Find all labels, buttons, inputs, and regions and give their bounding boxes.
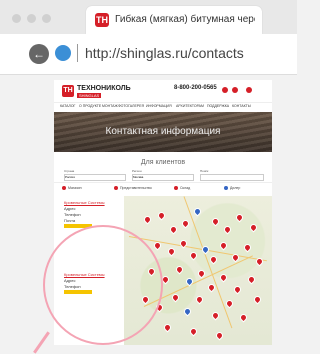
dealer-pin-icon [224,186,228,190]
logo-sub: SHINGLAS [77,93,102,98]
favicon-icon: ТН [95,13,109,27]
nav-item[interactable]: АРХИТЕКТОРАМ [176,104,204,108]
clients-filter: Для клиентов Страна Россия Регион Москва… [54,152,272,182]
browser-tab[interactable]: ТН Гибкая (мягкая) битумная черепица... [86,6,262,34]
search-icon[interactable] [232,87,238,93]
site-header: ТН ТЕХНОНИКОЛЬ SHINGLAS 8-800-200-0565 К… [54,80,272,112]
window-minimize-button[interactable] [27,14,36,23]
url-field[interactable]: http://shinglas.ru/contacts [85,45,244,61]
search-input[interactable] [200,174,264,181]
cart-icon[interactable] [246,87,252,93]
filter-label: Поиск [200,169,209,173]
logo-icon: ТН [62,85,74,97]
nav-item[interactable]: ПОДДЕРЖКА [207,104,229,108]
page-title: Контактная информация [105,126,221,137]
warehouse-pin-icon [174,186,178,190]
tab-strip: ТН Гибкая (мягкая) битумная черепица... [0,0,297,34]
nav-item[interactable]: КОНТАКТЫ [232,104,251,108]
back-button[interactable]: ← [29,44,49,64]
legend-item[interactable]: Представительство [120,186,152,190]
legend-item[interactable]: Склад [180,186,190,190]
country-select[interactable]: Россия [64,174,126,181]
hero-banner: Контактная информация [54,112,272,152]
window-close-button[interactable] [12,14,21,23]
address-bar: ← http://shinglas.ru/contacts [0,34,297,75]
phone-number[interactable]: 8-800-200-0565 [174,85,217,91]
clients-title: Для клиентов [140,159,186,166]
legend-item[interactable]: Дилер [230,186,240,190]
globe-icon [55,45,71,61]
logo-name[interactable]: ТЕХНОНИКОЛЬ [77,85,131,92]
main-nav: КАТАЛОГ О ПРОДУКТЕ МОНТАЖ ФОТОГАЛЕРЕЯ ИН… [54,102,272,110]
region-select[interactable]: Москва [132,174,194,181]
browser-window: ТН Гибкая (мягкая) битумная черепица... … [0,0,297,354]
magnifier-handle [33,331,50,354]
shop-pin-icon [62,186,66,190]
nav-item[interactable]: ФОТОГАЛЕРЕЯ [118,104,144,108]
nav-item[interactable]: О ПРОДУКТЕ [79,104,101,108]
office-pin-icon [114,186,118,190]
filter-label: Регион [132,169,142,173]
nav-item[interactable]: КАТАЛОГ [60,104,75,108]
tab-title: Гибкая (мягкая) битумная черепица... [115,14,255,25]
legend-item[interactable]: Магазин [68,186,82,190]
window-maximize-button[interactable] [42,14,51,23]
nav-item[interactable]: МОНТАЖ [102,104,118,108]
phone-icon[interactable] [222,87,228,93]
map-legend: Магазин Представительство Склад Дилер [54,182,272,195]
magnifier-overlay [43,225,163,345]
filter-label: Страна [64,169,75,173]
nav-item[interactable]: ИНФОРМАЦИЯ [146,104,172,108]
divider [77,44,78,62]
